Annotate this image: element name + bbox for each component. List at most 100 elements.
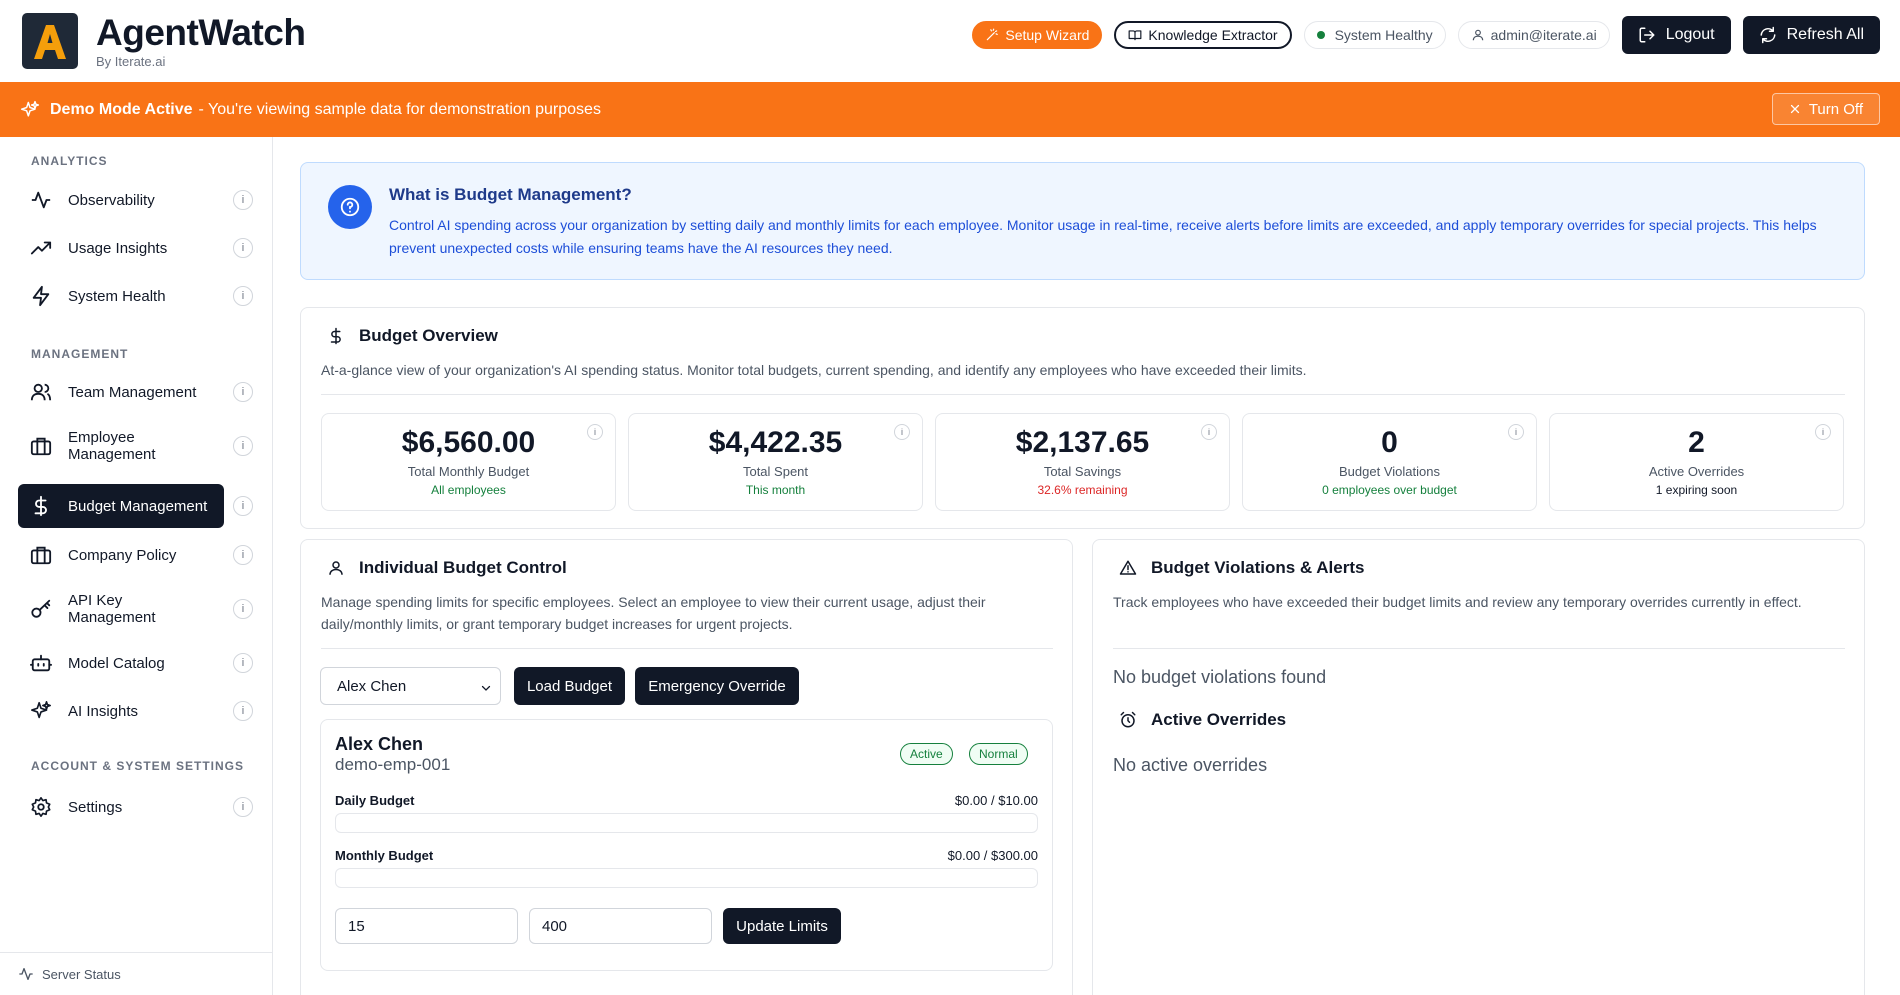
- status-dot-icon: [1316, 31, 1325, 39]
- stat-total-monthly-budget: i $6,560.00 Total Monthly Budget All emp…: [321, 413, 616, 511]
- stat-value: $2,137.65: [1015, 426, 1150, 459]
- sidebar-item-team-management[interactable]: Team Management: [18, 371, 224, 413]
- stat-value: 0: [1381, 426, 1398, 459]
- sidebar-item-settings[interactable]: Settings: [18, 786, 224, 828]
- sidebar-item-budget-management[interactable]: Budget Management: [18, 484, 224, 528]
- sidebar-item-observability[interactable]: Observability: [18, 179, 224, 221]
- sidebar-section-management: MANAGEMENT: [31, 347, 129, 361]
- active-overrides-empty: No active overrides: [1113, 755, 1268, 775]
- sidebar-section-account-settings: ACCOUNT & SYSTEM SETTINGS: [31, 759, 245, 773]
- activity-icon: [19, 968, 33, 980]
- sidebar-item-api-key-management[interactable]: API Key Management: [18, 588, 224, 630]
- info-icon[interactable]: i: [1815, 424, 1831, 440]
- info-icon[interactable]: i: [233, 797, 253, 817]
- demo-mode-title: Demo Mode Active: [50, 100, 193, 118]
- logo-a-icon: [34, 25, 66, 59]
- sidebar-item-employee-management[interactable]: Employee Management: [18, 425, 224, 467]
- logout-button[interactable]: Logout: [1621, 16, 1731, 54]
- sidebar-item-usage-insights[interactable]: Usage Insights: [18, 227, 224, 269]
- system-status-label: System Healthy: [1334, 27, 1433, 43]
- refresh-all-label: Refresh All: [1786, 26, 1864, 43]
- info-icon[interactable]: i: [1508, 424, 1524, 440]
- info-icon[interactable]: i: [233, 382, 253, 402]
- app-header: AgentWatch By Iterate.ai Setup Wizard Kn…: [0, 0, 1900, 82]
- help-icon: [328, 185, 372, 229]
- monthly-budget-label: Monthly Budget: [335, 848, 434, 863]
- demo-mode-banner: Demo Mode Active - You're viewing sample…: [0, 82, 1900, 137]
- employee-select-value: Alex Chen: [337, 677, 407, 695]
- budget-info-card: What is Budget Management? Control AI sp…: [300, 162, 1865, 280]
- server-status-label: Server Status: [42, 966, 121, 982]
- info-icon[interactable]: i: [1201, 424, 1217, 440]
- app-logo[interactable]: [22, 13, 78, 69]
- info-body: Control AI spending across your organiza…: [389, 217, 1817, 256]
- monthly-limit-input[interactable]: 400: [529, 908, 712, 944]
- individual-budget-description: Manage spending limits for specific empl…: [321, 594, 986, 632]
- info-icon[interactable]: i: [233, 701, 253, 721]
- briefcase-icon: [30, 437, 52, 456]
- sidebar-item-label: Team Management: [68, 383, 197, 401]
- info-icon[interactable]: i: [587, 424, 603, 440]
- info-icon[interactable]: i: [233, 653, 253, 673]
- turn-off-demo-button[interactable]: Turn Off: [1771, 93, 1880, 125]
- user-email: admin@iterate.ai: [1490, 27, 1597, 43]
- server-status[interactable]: Server Status: [0, 952, 272, 995]
- sidebar-item-label: Settings: [68, 798, 123, 816]
- sidebar-item-system-health[interactable]: System Health: [18, 275, 224, 317]
- user-menu[interactable]: admin@iterate.ai: [1457, 21, 1610, 49]
- sidebar-item-company-policy[interactable]: Company Policy: [18, 534, 224, 576]
- sidebar-item-label: API Key Management: [68, 592, 156, 626]
- stat-active-overrides: i 2 Active Overrides 1 expiring soon: [1549, 413, 1844, 511]
- info-icon[interactable]: i: [233, 238, 253, 258]
- sidebar-item-model-catalog[interactable]: Model Catalog: [18, 642, 224, 684]
- info-icon[interactable]: i: [233, 286, 253, 306]
- info-icon[interactable]: i: [233, 545, 253, 565]
- info-icon[interactable]: i: [233, 436, 253, 456]
- violations-header: Budget Violations & Alerts: [1119, 558, 1364, 578]
- sidebar-item-ai-insights[interactable]: AI Insights: [18, 690, 224, 732]
- stat-label: Budget Violations: [1339, 464, 1440, 479]
- stat-value: 2: [1688, 426, 1705, 459]
- setup-wizard-button[interactable]: Setup Wizard: [972, 21, 1103, 49]
- info-icon[interactable]: i: [233, 190, 253, 210]
- sidebar-item-label: AI Insights: [68, 702, 139, 720]
- employee-name: Alex Chen: [335, 734, 424, 754]
- emergency-override-button[interactable]: Emergency Override: [635, 667, 799, 705]
- stat-sub: This month: [745, 483, 806, 497]
- daily-limit-input[interactable]: 15: [335, 908, 518, 944]
- budget-overview-header: Budget Overview: [327, 326, 498, 346]
- users-icon: [30, 383, 52, 401]
- violations-empty: No budget violations found: [1113, 667, 1327, 687]
- sidebar-section-analytics: ANALYTICS: [31, 154, 108, 168]
- stat-label: Active Overrides: [1648, 464, 1745, 479]
- individual-budget-title: Individual Budget Control: [359, 558, 567, 577]
- employee-select[interactable]: Alex Chen: [320, 667, 501, 705]
- update-limits-button[interactable]: Update Limits: [723, 908, 841, 944]
- turn-off-label: Turn Off: [1808, 100, 1863, 118]
- app-title: AgentWatch: [96, 11, 306, 53]
- stat-sub: 0 employees over budget: [1322, 483, 1457, 497]
- sidebar-item-label: Usage Insights: [68, 239, 168, 257]
- briefcase-icon: [30, 546, 52, 565]
- zap-icon: [32, 285, 50, 307]
- logout-icon: [1639, 27, 1655, 43]
- sparkles-icon: [20, 100, 40, 117]
- stat-sub: 1 expiring soon: [1655, 483, 1738, 497]
- load-budget-button[interactable]: Load Budget: [514, 667, 625, 705]
- info-icon[interactable]: i: [233, 496, 253, 516]
- stat-value: $4,422.35: [708, 426, 843, 459]
- violations-title: Budget Violations & Alerts: [1151, 558, 1365, 577]
- stat-sub: 32.6% remaining: [1037, 483, 1128, 497]
- monthly-budget-bar: [335, 868, 1038, 888]
- info-icon[interactable]: i: [894, 424, 910, 440]
- demo-mode-text: - You're viewing sample data for demonst…: [198, 100, 601, 118]
- app-subtitle: By Iterate.ai: [96, 53, 166, 69]
- daily-budget-label: Daily Budget: [335, 793, 415, 808]
- wand-icon: [987, 28, 999, 41]
- info-icon[interactable]: i: [233, 599, 253, 619]
- logout-label: Logout: [1665, 26, 1715, 43]
- active-overrides-header: Active Overrides: [1119, 710, 1286, 730]
- divider: [1113, 648, 1845, 649]
- refresh-all-button[interactable]: Refresh All: [1742, 16, 1880, 54]
- knowledge-extractor-button[interactable]: Knowledge Extractor: [1114, 21, 1292, 49]
